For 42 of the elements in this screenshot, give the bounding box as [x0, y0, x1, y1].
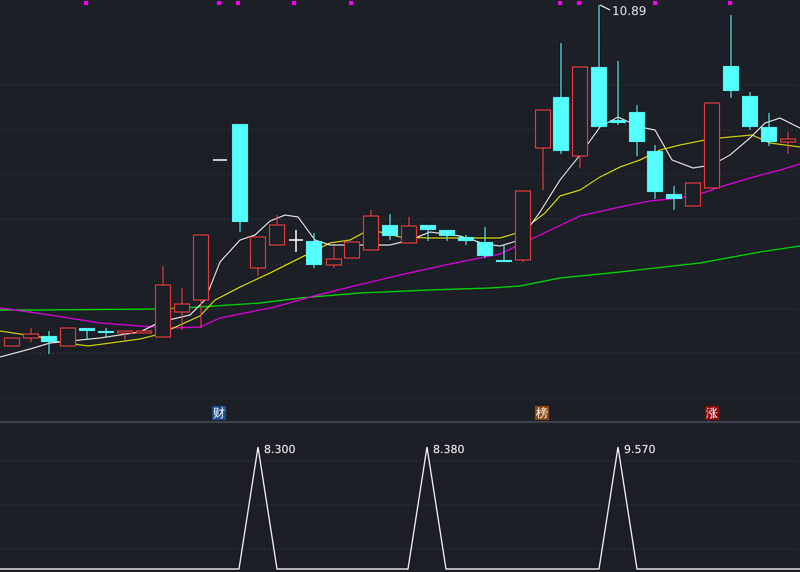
candlestick: [761, 112, 777, 146]
candlestick: [515, 190, 531, 262]
candlestick: [41, 330, 57, 354]
candlestick: [610, 60, 626, 126]
candlestick: [344, 242, 360, 258]
candlestick: [647, 144, 663, 200]
candlestick: [382, 214, 398, 240]
candlestick: [439, 230, 455, 242]
candlestick: [326, 246, 342, 268]
candlestick: [458, 234, 474, 246]
leader-line: [600, 4, 610, 10]
candlestick: [269, 214, 285, 246]
candlestick: [629, 104, 645, 156]
candlestick: [174, 288, 190, 330]
candlestick: [155, 266, 171, 338]
candlestick: [666, 186, 682, 210]
candlestick: [363, 210, 379, 250]
peak-value-label: 8.380: [433, 443, 464, 457]
peak-value-label: 9.570: [624, 443, 656, 457]
chart-tag: 财: [212, 406, 226, 420]
candlestick: [685, 182, 701, 206]
candlestick: [98, 328, 114, 338]
candlestick: [401, 216, 417, 244]
candlestick: [60, 328, 76, 346]
candlestick: [289, 230, 303, 252]
candlestick: [136, 330, 152, 334]
candlestick: [742, 92, 758, 130]
candlestick: [250, 236, 266, 276]
candlestick: [117, 330, 133, 340]
candlestick: [213, 159, 227, 161]
candlestick: [23, 328, 39, 342]
candlestick: [780, 132, 796, 154]
candlestick: [477, 226, 493, 258]
candlestick: [496, 244, 512, 262]
candlestick: [306, 232, 322, 268]
candlestick: [420, 224, 436, 242]
peak-value-label: 8.300: [264, 443, 296, 457]
chart-tag: 涨: [705, 406, 719, 420]
chart-tag: 榜: [535, 406, 549, 420]
high-price-label: 10.89: [612, 3, 646, 19]
candlestick: [79, 328, 95, 340]
candlestick: [4, 338, 20, 346]
